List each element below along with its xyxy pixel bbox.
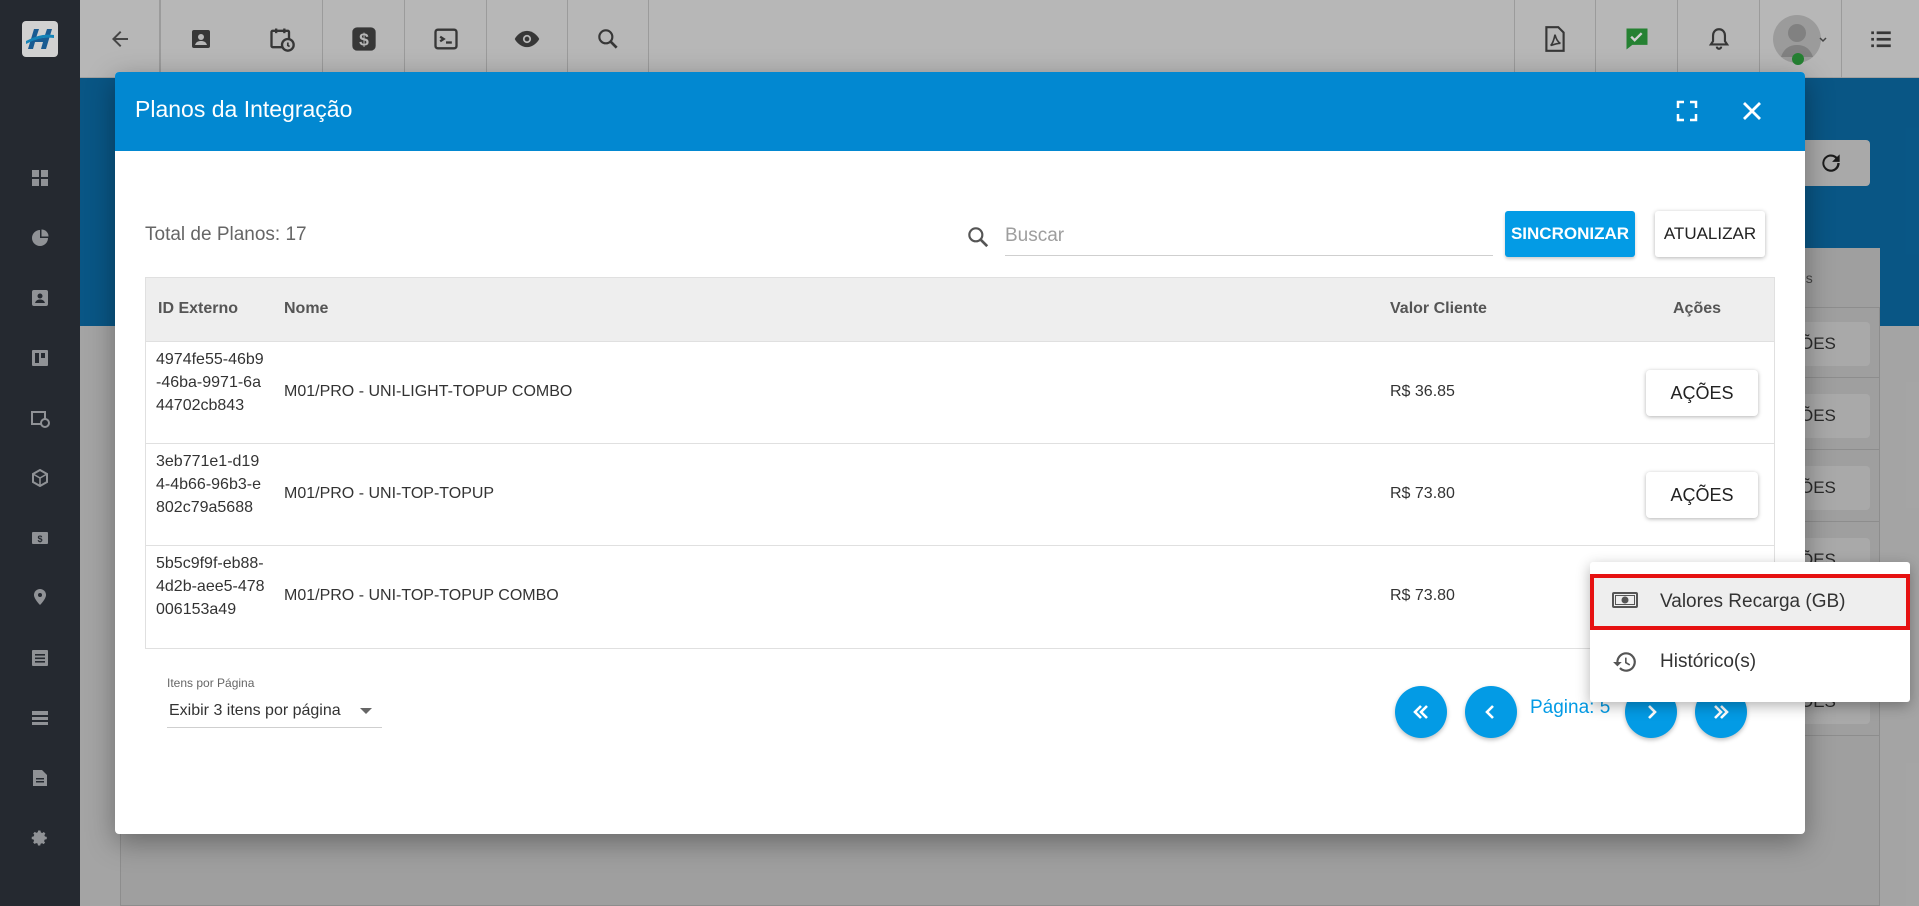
table-row: 3eb771e1-d194-4b66-96b3-e802c79a5688 M01… xyxy=(146,444,1774,546)
update-button[interactable]: ATUALIZAR xyxy=(1655,211,1765,257)
sync-button[interactable]: SINCRONIZAR xyxy=(1505,211,1635,257)
table-row: 4974fe55-46b9-46ba-9971-6a44702cb843 M01… xyxy=(146,342,1774,444)
history-icon xyxy=(1612,649,1638,680)
menu-item-history[interactable]: Histórico(s) xyxy=(1590,634,1910,690)
plans-table: ID Externo Nome Valor Cliente Ações 4974… xyxy=(145,277,1775,649)
chevron-right-icon xyxy=(1648,705,1657,719)
per-page-value: Exibir 3 itens por página xyxy=(169,702,341,719)
modal-title: Planos da Integração xyxy=(135,96,353,122)
double-chevron-right-icon xyxy=(1714,705,1729,719)
table-row: 5b5c9f9f-eb88-4d2b-aee5-478006153a49 M01… xyxy=(146,546,1774,648)
money-icon xyxy=(1612,590,1638,615)
per-page-label: Itens por Página xyxy=(167,676,255,690)
row-actions-button[interactable]: AÇÕES xyxy=(1646,472,1758,518)
menu-item-recharge-values[interactable]: Valores Recarga (GB) xyxy=(1590,574,1910,630)
total-plans-label: Total de Planos: 17 xyxy=(145,224,307,245)
column-header-actions: Ações xyxy=(1673,300,1722,317)
first-page-button[interactable] xyxy=(1395,686,1447,738)
double-chevron-left-icon xyxy=(1413,705,1428,719)
close-button[interactable] xyxy=(1735,94,1769,128)
row-value: R$ 36.85 xyxy=(1390,383,1455,400)
fullscreen-icon xyxy=(1676,100,1698,122)
column-header-value[interactable]: Valor Cliente xyxy=(1390,300,1487,318)
table-header: ID Externo Nome Valor Cliente Ações xyxy=(146,278,1774,342)
integration-plans-modal: Planos da Integração Total de Planos: 17… xyxy=(115,72,1805,834)
row-name: M01/PRO - UNI-TOP-TOPUP xyxy=(284,485,495,502)
row-external-id: 4974fe55-46b9-46ba-9971-6a44702cb843 xyxy=(156,351,264,414)
search-input[interactable] xyxy=(1005,216,1493,256)
row-actions-button[interactable]: AÇÕES xyxy=(1646,370,1758,416)
actions-menu: Valores Recarga (GB) Histórico(s) xyxy=(1590,562,1910,702)
modal-header: Planos da Integração xyxy=(115,72,1805,151)
row-value: R$ 73.80 xyxy=(1390,587,1455,604)
row-external-id: 5b5c9f9f-eb88-4d2b-aee5-478006153a49 xyxy=(156,555,265,618)
close-icon xyxy=(1743,102,1761,120)
fullscreen-button[interactable] xyxy=(1670,94,1704,128)
menu-item-label: Valores Recarga (GB) xyxy=(1660,591,1846,612)
column-header-name[interactable]: Nome xyxy=(284,300,328,318)
menu-item-label: Histórico(s) xyxy=(1660,651,1757,672)
per-page-select[interactable]: Exibir 3 itens por página xyxy=(167,692,382,728)
chevron-left-icon xyxy=(1485,705,1494,719)
previous-page-button[interactable] xyxy=(1465,686,1517,738)
row-name: M01/PRO - UNI-LIGHT-TOPUP COMBO xyxy=(284,383,573,400)
row-name: M01/PRO - UNI-TOP-TOPUP COMBO xyxy=(284,587,559,604)
column-header-id[interactable]: ID Externo xyxy=(158,300,238,318)
row-value: R$ 73.80 xyxy=(1390,485,1455,502)
dropdown-arrow-icon xyxy=(360,708,372,714)
row-external-id: 3eb771e1-d194-4b66-96b3-e802c79a5688 xyxy=(156,453,261,516)
search-icon xyxy=(965,224,991,255)
